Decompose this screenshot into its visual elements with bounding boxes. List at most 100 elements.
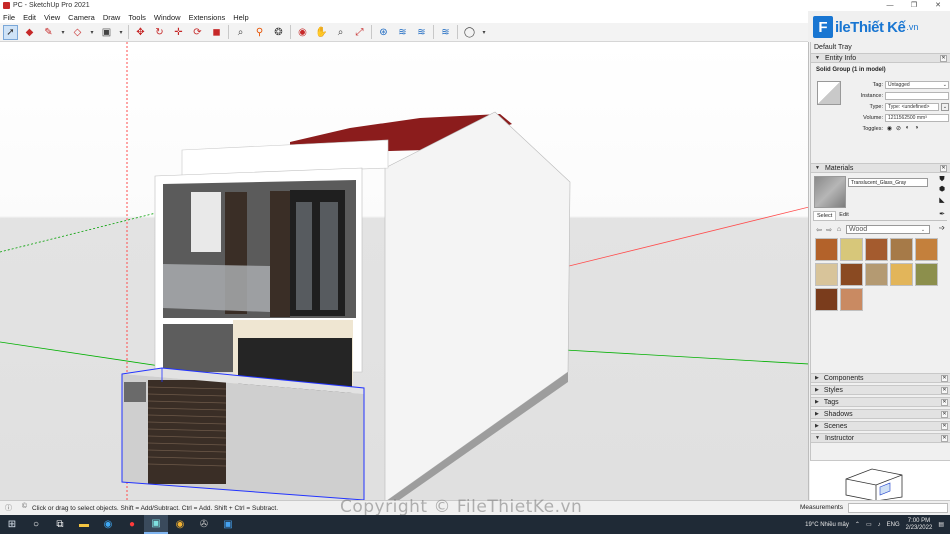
- material-swatch[interactable]: [865, 238, 888, 261]
- material-swatch[interactable]: [890, 263, 913, 286]
- entity-info-header[interactable]: ▼ Entity Info ✕: [811, 53, 950, 63]
- task-view-icon[interactable]: ⧉: [48, 515, 72, 534]
- tags-header[interactable]: ▶ Tags ✕: [811, 397, 950, 407]
- menu-tools[interactable]: Tools: [128, 13, 146, 22]
- forward-icon[interactable]: ⇨: [824, 226, 834, 234]
- components-header[interactable]: ▶ Components ✕: [811, 373, 950, 383]
- close-panel-icon[interactable]: ✕: [941, 411, 948, 418]
- notifications-icon[interactable]: ▤: [938, 521, 944, 528]
- materials-header[interactable]: ▼ Materials ✕: [811, 163, 950, 173]
- material-swatch[interactable]: [815, 288, 838, 311]
- close-panel-icon[interactable]: ✕: [941, 435, 948, 442]
- styles-header[interactable]: ▶ Styles ✕: [811, 385, 950, 395]
- sample-paint-icon[interactable]: ✒: [938, 211, 946, 219]
- chrome-browser-icon[interactable]: ◉: [168, 515, 192, 534]
- follow-me-tool-icon[interactable]: ◼: [209, 25, 224, 40]
- material-swatch[interactable]: [890, 238, 913, 261]
- tag-select[interactable]: Untagged ⌄: [885, 80, 949, 89]
- close-panel-icon[interactable]: ✕: [941, 423, 948, 430]
- visible-toggle-icon[interactable]: ◉: [885, 125, 894, 133]
- close-panel-icon[interactable]: ✕: [941, 387, 948, 394]
- show-hidden-icons-icon[interactable]: ⌃: [855, 521, 860, 528]
- info-icon[interactable]: ⓘ: [5, 503, 12, 513]
- push-pull-tool-icon[interactable]: ▣: [99, 25, 114, 40]
- credits-icon[interactable]: ©: [22, 503, 27, 513]
- close-panel-icon[interactable]: ✕: [940, 165, 947, 172]
- search-icon[interactable]: ○: [24, 515, 48, 534]
- material-swatch[interactable]: [915, 263, 938, 286]
- tape-measure-tool-icon[interactable]: ⌕: [233, 25, 248, 40]
- layout-icon[interactable]: ≋: [414, 25, 429, 40]
- vpn-app-icon[interactable]: ✇: [192, 515, 216, 534]
- menu-camera[interactable]: Camera: [68, 13, 95, 22]
- zoom-extents-icon[interactable]: ⤢: [352, 25, 367, 40]
- tab-select[interactable]: Select: [813, 211, 837, 220]
- windows-start-icon[interactable]: ⊞: [0, 515, 24, 534]
- rotate-tool-icon[interactable]: ↻: [152, 25, 167, 40]
- scale-tool-icon[interactable]: ✛: [171, 25, 186, 40]
- move-tool-icon[interactable]: ✥: [133, 25, 148, 40]
- youtube-app-icon[interactable]: ●: [120, 515, 144, 534]
- push-pull-dropdown-icon[interactable]: ▾: [118, 25, 124, 40]
- receive-shadows-toggle-icon[interactable]: ◑: [912, 125, 921, 133]
- extension-warehouse-icon[interactable]: ≋: [395, 25, 410, 40]
- minimize-button[interactable]: —: [878, 0, 902, 11]
- account-icon[interactable]: ◯: [462, 25, 477, 40]
- scenes-header[interactable]: ▶ Scenes ✕: [811, 421, 950, 431]
- model-viewport[interactable]: [0, 42, 809, 500]
- line-tool-icon[interactable]: ✎: [41, 25, 56, 40]
- create-material-icon[interactable]: ⬢: [938, 186, 946, 194]
- home-icon[interactable]: ⌂: [834, 226, 844, 233]
- back-icon[interactable]: ⇦: [814, 226, 824, 234]
- clock[interactable]: 7:00 PM 2/23/2022: [906, 518, 933, 532]
- material-swatch[interactable]: [840, 263, 863, 286]
- menu-help[interactable]: Help: [233, 13, 248, 22]
- shape-tool-icon[interactable]: ◇: [70, 25, 85, 40]
- menu-extensions[interactable]: Extensions: [189, 13, 226, 22]
- material-swatch[interactable]: [865, 263, 888, 286]
- display-secondary-pane-icon[interactable]: ◣: [938, 197, 946, 205]
- menu-view[interactable]: View: [44, 13, 60, 22]
- zalo-app-icon[interactable]: ▣: [216, 515, 240, 534]
- material-library-select[interactable]: Wood ⌄: [846, 225, 930, 234]
- type-dropdown-icon[interactable]: ⌄: [941, 102, 949, 111]
- material-swatch[interactable]: [815, 238, 838, 261]
- paint-bucket-tool-icon[interactable]: ⚲: [252, 25, 267, 40]
- 3d-warehouse-icon[interactable]: ⊛: [376, 25, 391, 40]
- cast-shadows-toggle-icon[interactable]: ◐: [903, 125, 912, 133]
- close-panel-icon[interactable]: ✕: [941, 399, 948, 406]
- close-window-button[interactable]: ✕: [926, 0, 950, 11]
- weather-status[interactable]: 19°C Nhiều mây: [805, 522, 849, 528]
- material-swatch[interactable]: [815, 263, 838, 286]
- orbit-tool-icon[interactable]: ◉: [295, 25, 310, 40]
- text-tool-icon[interactable]: ❂: [271, 25, 286, 40]
- shape-dropdown-icon[interactable]: ▾: [89, 25, 95, 40]
- offset-tool-icon[interactable]: ⟳: [190, 25, 205, 40]
- volume-icon[interactable]: ♪: [878, 522, 881, 528]
- details-arrow-icon[interactable]: ➩: [938, 225, 946, 233]
- menu-window[interactable]: Window: [154, 13, 181, 22]
- locked-toggle-icon[interactable]: ⊘: [894, 125, 903, 133]
- extension-manager-icon[interactable]: ≋: [438, 25, 453, 40]
- line-dropdown-icon[interactable]: ▾: [60, 25, 66, 40]
- zoom-tool-icon[interactable]: ⌕: [333, 25, 348, 40]
- instructor-header[interactable]: ▼ Instructor ✕: [811, 433, 950, 443]
- select-tool-icon[interactable]: ➚: [3, 24, 18, 40]
- close-panel-icon[interactable]: ✕: [940, 55, 947, 62]
- shadows-header[interactable]: ▶ Shadows ✕: [811, 409, 950, 419]
- tab-edit[interactable]: Edit: [836, 211, 851, 220]
- edge-browser-icon[interactable]: ◉: [96, 515, 120, 534]
- material-swatch[interactable]: [840, 288, 863, 311]
- eraser-tool-icon[interactable]: ◆: [22, 25, 37, 40]
- material-swatch[interactable]: [840, 238, 863, 261]
- instance-input[interactable]: [885, 91, 949, 100]
- menu-edit[interactable]: Edit: [23, 13, 36, 22]
- maximize-button[interactable]: ❐: [902, 0, 926, 11]
- menu-draw[interactable]: Draw: [103, 13, 121, 22]
- type-input[interactable]: Type: <undefined>: [885, 102, 939, 111]
- account-dropdown-icon[interactable]: ▾: [481, 25, 487, 40]
- material-swatch[interactable]: [915, 238, 938, 261]
- measurements-input[interactable]: [848, 503, 948, 513]
- network-icon[interactable]: ▭: [866, 521, 872, 528]
- material-name-input[interactable]: Translucent_Glass_Gray: [848, 178, 928, 187]
